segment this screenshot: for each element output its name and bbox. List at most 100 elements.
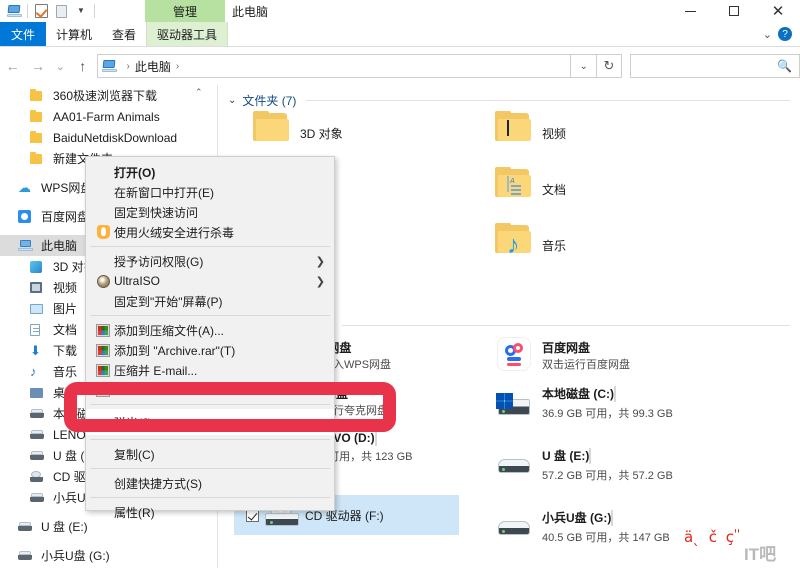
tab-computer[interactable]: 计算机 <box>46 22 102 46</box>
menu-item-open-new-window[interactable]: 在新窗口中打开(E) <box>86 182 334 202</box>
menu-item-eject[interactable]: 弹出(J) <box>86 409 334 435</box>
sidebar-item-label: 小兵U盘 (G:) <box>41 549 110 563</box>
sidebar-item-baidunetdiskdownload[interactable]: BaiduNetdiskDownload <box>0 127 205 148</box>
quick-access-toolbar: ▼ <box>0 0 98 22</box>
menu-item-label: 授予访问权限(G) <box>114 254 204 269</box>
winrar-icon <box>92 343 114 357</box>
folder-tile-label: 音乐 <box>542 239 567 253</box>
folder-videos-icon <box>486 111 542 143</box>
up-button[interactable]: ↑ <box>70 51 95 81</box>
recent-locations-button[interactable]: ⌄ <box>51 51 70 81</box>
folder-tile-label: 3D 对象 <box>300 127 343 141</box>
group-title: 文件夹 (7) <box>242 93 297 108</box>
menu-item-huorong-scan[interactable]: 使用火绒安全进行杀毒 <box>86 222 334 242</box>
new-folder-icon[interactable] <box>51 1 71 21</box>
group-header-folders[interactable]: ⌄ 文件夹 (7) <box>218 88 800 112</box>
chevron-down-icon[interactable]: ⌄ <box>228 95 236 106</box>
folder-tile-documents[interactable]: 文档 <box>486 167 736 223</box>
tab-view[interactable]: 查看 <box>102 22 146 46</box>
baidu-icon <box>18 210 36 223</box>
drive-icon <box>30 451 48 460</box>
sidebar-item-label: 下载 <box>53 344 78 358</box>
folder-tile-label: 文档 <box>542 183 567 197</box>
capacity-bar <box>611 510 614 526</box>
menu-item-compress-and-email[interactable]: 压缩并 E-mail... <box>86 360 334 380</box>
menu-separator <box>90 497 330 498</box>
music-icon: ♪ <box>30 364 37 379</box>
search-box[interactable]: 🔍 <box>630 54 800 78</box>
menu-separator <box>90 468 330 469</box>
refresh-button[interactable]: ↻ <box>596 54 623 78</box>
baidu-cloud-icon <box>486 335 542 371</box>
menu-item-label: 固定到"开始"屏幕(P) <box>114 294 223 309</box>
maximize-button[interactable] <box>712 0 756 22</box>
search-icon[interactable]: 🔍 <box>777 59 792 73</box>
menu-separator <box>90 404 330 405</box>
pc-icon[interactable] <box>4 1 24 21</box>
folder-tile-music[interactable]: ♪ 音乐 <box>486 223 736 279</box>
folder-3d-icon <box>244 111 300 143</box>
tab-drive-tools[interactable]: 驱动器工具 <box>146 22 229 46</box>
videos-icon <box>30 282 48 293</box>
tab-file[interactable]: 文件 <box>0 22 46 46</box>
winrar-icon <box>92 363 114 377</box>
customize-dropdown-icon[interactable]: ▼ <box>71 1 91 21</box>
divider <box>342 324 790 326</box>
drive-icon <box>30 493 48 502</box>
folder-icon <box>30 151 48 164</box>
drive-icon <box>30 430 48 439</box>
sidebar-item-aa01-farm-animals[interactable]: AA01-Farm Animals <box>0 106 205 127</box>
device-tile-local-disk-c[interactable]: 本地磁盘 (C:) 36.9 GB 可用，共 99.3 GB <box>486 381 738 443</box>
drive-icon <box>18 522 36 531</box>
close-button[interactable]: ✕ <box>756 0 800 22</box>
file-explorer-window: ▼ 管理 此电脑 ✕ 文件 计算机 查看 驱动器工具 ⌄ ? ← → ⌄ ↑ ›… <box>0 0 800 568</box>
pc-icon <box>18 240 36 251</box>
folder-tile-videos[interactable]: 视频 <box>486 111 736 167</box>
windows-drive-icon <box>486 381 542 417</box>
chevron-up-icon[interactable]: ⌃ <box>195 87 203 98</box>
cloud-icon: ☁ <box>18 179 31 195</box>
menu-separator <box>90 315 330 316</box>
menu-item-compress-and-email-rar[interactable] <box>86 380 334 400</box>
search-input[interactable] <box>637 59 788 73</box>
sidebar-item-label: 此电脑 <box>41 239 78 253</box>
menu-item-pin-quick-access[interactable]: 固定到快速访问 <box>86 202 334 222</box>
sidebar-item-360-downloads[interactable]: 360极速浏览器下载 <box>0 85 205 106</box>
watermark-label: ä ̖ č ç ̎ <box>684 528 743 546</box>
breadcrumb-item-this-pc[interactable]: 此电脑 <box>135 58 171 75</box>
properties-icon[interactable] <box>31 1 51 21</box>
device-tile-baidu-cloud[interactable]: 百度网盘 双击运行百度网盘 <box>486 335 738 375</box>
breadcrumb-separator[interactable]: › <box>176 61 179 72</box>
menu-item-create-shortcut[interactable]: 创建快捷方式(S) <box>86 473 334 493</box>
device-name: 小兵U盘 (G:) <box>542 511 612 525</box>
device-tile-usb-e[interactable]: U 盘 (E:) 57.2 GB 可用，共 57.2 GB <box>486 443 738 505</box>
menu-item-pin-start[interactable]: 固定到"开始"屏幕(P) <box>86 291 334 311</box>
address-bar[interactable]: › 此电脑 › <box>97 54 572 78</box>
pc-icon <box>102 60 118 72</box>
menu-item-add-to-archive[interactable]: 添加到压缩文件(A)... <box>86 320 334 340</box>
menu-item-open[interactable]: 打开(O) <box>86 162 334 182</box>
sidebar-item-xiaobing-usb-g-root[interactable]: 小兵U盘 (G:) <box>0 545 205 566</box>
back-button[interactable]: ← <box>0 51 25 81</box>
menu-item-add-to-archive-rar[interactable]: 添加到 "Archive.rar"(T) <box>86 340 334 360</box>
chevron-down-icon[interactable]: ⌄ <box>763 28 772 41</box>
window-controls: ✕ <box>668 0 800 22</box>
menu-item-properties[interactable]: 属性(R) <box>86 502 334 522</box>
menu-item-ultraiso[interactable]: UltraISO ❯ <box>86 271 334 291</box>
menu-item-label: UltraISO <box>114 274 161 288</box>
title-bar: ▼ 管理 此电脑 ✕ <box>0 0 800 22</box>
3d-objects-icon <box>30 260 48 273</box>
forward-button[interactable]: → <box>25 51 50 81</box>
menu-item-copy[interactable]: 复制(C) <box>86 444 334 464</box>
address-history-dropdown[interactable]: ⌄ <box>571 54 597 78</box>
minimize-button[interactable] <box>668 0 712 22</box>
sidebar-item-label: 视频 <box>53 281 78 295</box>
ribbon-tab-bar: 文件 计算机 查看 驱动器工具 ⌄ ? <box>0 22 800 46</box>
menu-item-grant-access[interactable]: 授予访问权限(G) ❯ <box>86 251 334 271</box>
help-icon[interactable]: ? <box>778 27 792 41</box>
huorong-icon <box>92 225 114 239</box>
menu-item-label: 添加到压缩文件(A)... <box>114 323 224 338</box>
menu-item-label: 使用火绒安全进行杀毒 <box>114 225 235 240</box>
menu-item-label: 在新窗口中打开(E) <box>114 185 214 200</box>
device-subtext: 双击运行百度网盘 <box>542 359 630 371</box>
